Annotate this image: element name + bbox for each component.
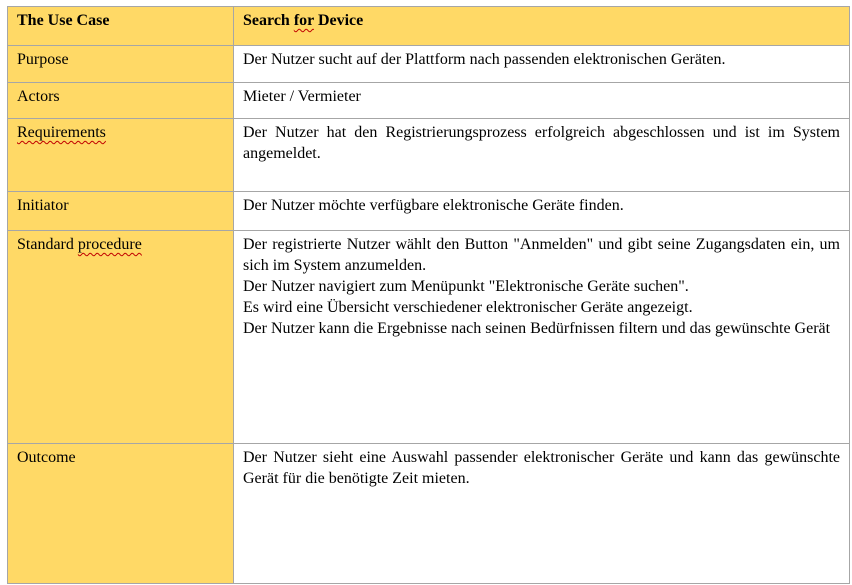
row-label-cell: Requirements [7, 118, 234, 192]
row-value-line: Der Nutzer möchte verfügbare elektronisc… [243, 197, 624, 214]
header-label: The Use Case [17, 12, 110, 29]
row-label: Outcome [17, 449, 76, 466]
row-actors: Actors Mieter / Vermieter [7, 82, 850, 119]
row-value-cell: Der Nutzer möchte verfügbare elektronisc… [233, 191, 850, 231]
row-value-line: Der registrierte Nutzer wählt den Button… [243, 236, 840, 274]
use-case-table: The Use Case Search for Device Purpose D… [7, 6, 850, 584]
row-label-flagged-word: Requirements [17, 124, 106, 141]
row-label-flagged-word: procedure [77, 236, 142, 253]
row-value-cell: Der Nutzer sieht eine Auswahl passender … [233, 443, 850, 584]
row-label: Initiator [17, 197, 69, 214]
row-label-cell: Standard procedure [7, 230, 234, 444]
row-value-line: Der Nutzer sucht auf der Plattform nach … [243, 51, 726, 68]
row-value-cell: Der Nutzer hat den Registrierungsprozess… [233, 118, 850, 192]
row-value-line: Der Nutzer navigiert zum Menüpunkt "Elek… [243, 278, 689, 295]
row-label: Actors [17, 88, 60, 105]
row-value-line: Es wird eine Übersicht verschiedener ele… [243, 299, 693, 316]
row-value-cell: Mieter / Vermieter [233, 82, 850, 119]
row-initiator: Initiator Der Nutzer möchte verfügbare e… [7, 191, 850, 231]
row-purpose: Purpose Der Nutzer sucht auf der Plattfo… [7, 45, 850, 83]
row-label: Standard [17, 236, 78, 253]
row-label-cell: Actors [7, 82, 234, 119]
row-label: Purpose [17, 51, 69, 68]
header-value-post: Device [313, 12, 364, 29]
row-value-cell: Der Nutzer sucht auf der Plattform nach … [233, 45, 850, 83]
header-value-flagged-word: for [293, 12, 314, 29]
row-outcome: Outcome Der Nutzer sieht eine Auswahl pa… [7, 443, 850, 584]
header-row: The Use Case Search for Device [7, 6, 850, 46]
header-label-cell: The Use Case [7, 6, 234, 46]
row-value-line: Mieter / Vermieter [243, 88, 361, 105]
header-value-pre: Search [243, 12, 294, 29]
row-label-cell: Initiator [7, 191, 234, 231]
header-value-cell: Search for Device [233, 6, 850, 46]
row-value-line: Der Nutzer hat den Registrierungsprozess… [243, 124, 840, 162]
row-value-line: Der Nutzer kann die Ergebnisse nach sein… [243, 320, 831, 337]
row-standard-procedure: Standard procedure Der registrierte Nutz… [7, 230, 850, 444]
row-label-cell: Outcome [7, 443, 234, 584]
row-label-cell: Purpose [7, 45, 234, 83]
row-value-line: Der Nutzer sieht eine Auswahl passender … [243, 449, 840, 487]
row-requirements: Requirements Der Nutzer hat den Registri… [7, 118, 850, 192]
row-value-cell: Der registrierte Nutzer wählt den Button… [233, 230, 850, 444]
